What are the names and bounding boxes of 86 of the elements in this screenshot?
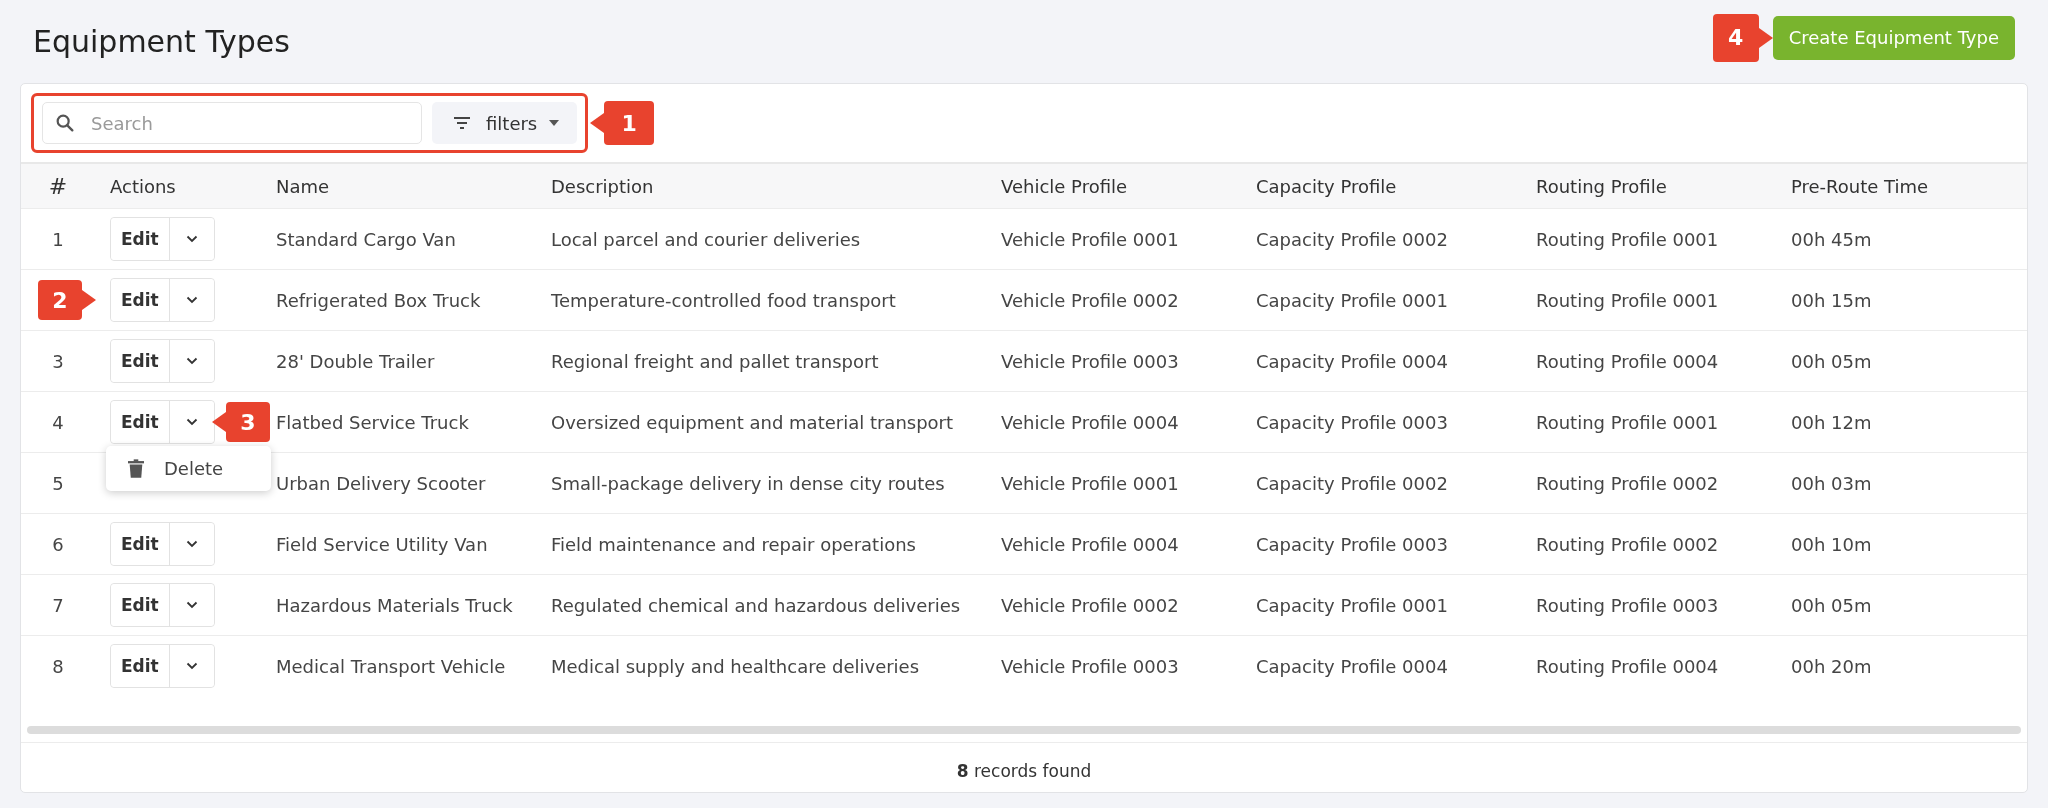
table-cell: Routing Profile 0001 bbox=[1536, 289, 1719, 311]
column-header: Vehicle Profile bbox=[1001, 175, 1128, 197]
table-cell: Routing Profile 0001 bbox=[1536, 411, 1719, 433]
chevron-icon bbox=[185, 357, 198, 365]
filters-button[interactable]: filters bbox=[432, 102, 578, 144]
page-title: Equipment Types bbox=[33, 24, 290, 59]
table-cell: Vehicle Profile 0003 bbox=[1001, 655, 1179, 677]
search-icon bbox=[54, 112, 76, 134]
table-cell: Regulated chemical and hazardous deliveries bbox=[551, 594, 961, 616]
column-header: Actions bbox=[110, 175, 176, 197]
chevron-icon bbox=[185, 296, 198, 304]
edit-button[interactable]: Edit bbox=[111, 523, 170, 565]
table-cell: Capacity Profile 0001 bbox=[1256, 594, 1448, 616]
table-cell: Routing Profile 0004 bbox=[1536, 350, 1719, 372]
chevron-icon bbox=[185, 418, 198, 426]
table-cell: Vehicle Profile 0004 bbox=[1001, 411, 1179, 433]
table-cell: Capacity Profile 0001 bbox=[1256, 289, 1448, 311]
table-cell: Temperature-controlled food transport bbox=[551, 289, 896, 311]
table-cell: Small-package delivery in dense city routes bbox=[551, 472, 945, 494]
column-header: # bbox=[48, 173, 68, 199]
trash-icon bbox=[128, 459, 144, 478]
table-cell: Routing Profile 0003 bbox=[1536, 594, 1719, 616]
column-header: Routing Profile bbox=[1536, 175, 1667, 197]
delete-menu-item[interactable]: Delete bbox=[106, 456, 272, 481]
table-cell: Vehicle Profile 0003 bbox=[1001, 350, 1179, 372]
row-number: 8 bbox=[52, 655, 64, 677]
table-cell: Field Service Utility Van bbox=[276, 533, 488, 555]
row-number: 4 bbox=[52, 411, 64, 433]
record-count: 8 records found bbox=[956, 761, 1092, 781]
table-cell: Capacity Profile 0003 bbox=[1256, 411, 1448, 433]
table-cell: Field maintenance and repair operations bbox=[551, 533, 916, 555]
table-cell: Hazardous Materials Truck bbox=[276, 594, 513, 616]
table-cell: Standard Cargo Van bbox=[276, 228, 456, 250]
table-cell: 00h 03m bbox=[1791, 472, 1872, 494]
table-cell: Flatbed Service Truck bbox=[276, 411, 469, 433]
chevron-icon bbox=[185, 235, 198, 243]
row-number: 6 bbox=[52, 533, 64, 555]
table-cell: 00h 05m bbox=[1791, 350, 1872, 372]
table-cell: Routing Profile 0002 bbox=[1536, 533, 1719, 555]
search-field[interactable]: Search bbox=[42, 102, 422, 144]
table-cell: Capacity Profile 0002 bbox=[1256, 228, 1448, 250]
table-cell: Vehicle Profile 0001 bbox=[1001, 228, 1179, 250]
chevron-icon bbox=[185, 601, 198, 609]
table-cell: Capacity Profile 0003 bbox=[1256, 533, 1448, 555]
column-header: Capacity Profile bbox=[1256, 175, 1397, 197]
edit-button[interactable]: Edit bbox=[111, 401, 170, 443]
table-cell: 28' Double Trailer bbox=[276, 350, 435, 372]
chevron-icon bbox=[185, 662, 198, 670]
caret-icon bbox=[549, 120, 560, 126]
table-cell: 00h 05m bbox=[1791, 594, 1872, 616]
table-cell: Urban Delivery Scooter bbox=[276, 472, 486, 494]
table-cell: Routing Profile 0004 bbox=[1536, 655, 1719, 677]
chevron-icon bbox=[185, 540, 198, 548]
table-cell: Routing Profile 0001 bbox=[1536, 228, 1719, 250]
table-cell: Vehicle Profile 0002 bbox=[1001, 594, 1179, 616]
table-cell: 00h 10m bbox=[1791, 533, 1872, 555]
horizontal-scrollbar[interactable] bbox=[27, 726, 2021, 734]
table-cell: 00h 45m bbox=[1791, 228, 1872, 250]
table-cell: Oversized equipment and material transport bbox=[551, 411, 954, 433]
table-cell: Refrigerated Box Truck bbox=[276, 289, 481, 311]
table-cell: Vehicle Profile 0004 bbox=[1001, 533, 1179, 555]
table-cell: Capacity Profile 0002 bbox=[1256, 472, 1448, 494]
table-cell: Vehicle Profile 0001 bbox=[1001, 472, 1179, 494]
edit-button[interactable]: Edit bbox=[111, 279, 170, 321]
column-header: Description bbox=[551, 175, 654, 197]
edit-button[interactable]: Edit bbox=[111, 340, 170, 382]
table-cell: 00h 12m bbox=[1791, 411, 1872, 433]
table-cell: 00h 20m bbox=[1791, 655, 1872, 677]
table-cell: Regional freight and pallet transport bbox=[551, 350, 879, 372]
edit-button[interactable]: Edit bbox=[111, 645, 170, 687]
row-number: 7 bbox=[52, 594, 64, 616]
table-cell: Capacity Profile 0004 bbox=[1256, 655, 1448, 677]
edit-button[interactable]: Edit bbox=[111, 218, 170, 260]
table-cell: 00h 15m bbox=[1791, 289, 1872, 311]
column-header: Name bbox=[276, 175, 330, 197]
row-number: 3 bbox=[52, 350, 64, 372]
table-cell: Medical supply and healthcare deliveries bbox=[551, 655, 920, 677]
table-cell: Routing Profile 0002 bbox=[1536, 472, 1719, 494]
edit-button[interactable]: Edit bbox=[111, 584, 170, 626]
table-cell: Vehicle Profile 0002 bbox=[1001, 289, 1179, 311]
table-cell: Medical Transport Vehicle bbox=[276, 655, 506, 677]
table-cell: Capacity Profile 0004 bbox=[1256, 350, 1448, 372]
row-number: 5 bbox=[52, 472, 64, 494]
row-number: 1 bbox=[52, 228, 64, 250]
column-header: Pre-Route Time bbox=[1791, 175, 1929, 197]
table-cell: Local parcel and courier deliveries bbox=[551, 228, 861, 250]
